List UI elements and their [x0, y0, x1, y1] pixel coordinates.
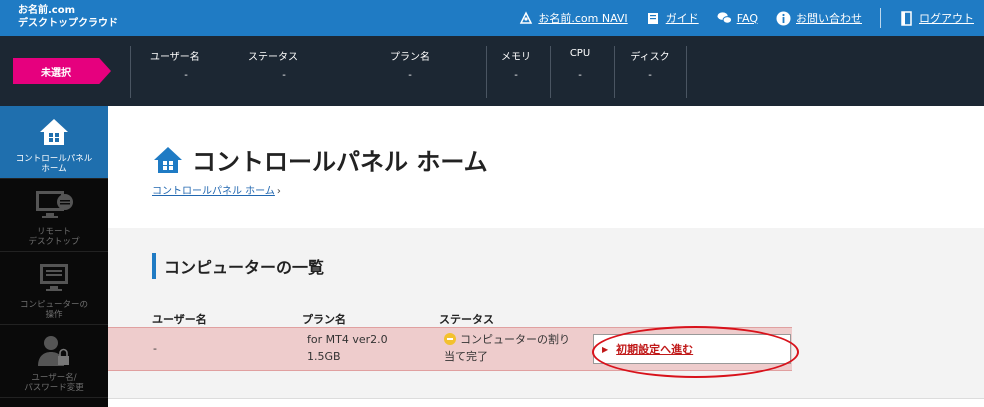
unselected-badge: 未選択	[13, 58, 111, 84]
annotation-ellipse	[592, 326, 799, 378]
user-lock-icon	[34, 333, 74, 369]
sidebar-item-label: 操作	[45, 310, 63, 320]
sidebar-item-label: コンピューターの	[19, 300, 88, 310]
divider	[130, 46, 131, 98]
column-header-status: ステータス	[439, 313, 494, 326]
cell-status-line1: コンピューターの割り	[460, 333, 570, 346]
status-col-label: CPU	[569, 48, 591, 59]
breadcrumb-separator: ›	[276, 186, 281, 197]
sidebar: コントロールパネル ホーム リモート デスクトップ コンピューターの 操作 ユー…	[0, 106, 108, 407]
sidebar-item-label: ホーム	[41, 164, 67, 174]
guide-link[interactable]: ガイド	[646, 10, 699, 26]
status-col-label: ステータス	[248, 52, 298, 63]
cell-user: -	[153, 342, 157, 355]
home-icon	[34, 114, 74, 150]
status-col-disk: ディスク -	[624, 48, 676, 92]
top-nav: お名前.com NAVI ガイド FAQ お問い合わせ ログアウト	[500, 0, 974, 36]
nav-divider	[880, 8, 881, 28]
navi-icon	[518, 11, 533, 26]
book-icon	[646, 11, 661, 26]
cell-status-line2: 当て完了	[444, 350, 488, 363]
cell-plan: for MT4 ver2.0 1.5GB	[307, 331, 388, 365]
sidebar-item-home[interactable]: コントロールパネル ホーム	[0, 106, 108, 179]
faq-label: FAQ	[736, 11, 758, 25]
status-col-value: -	[282, 70, 286, 81]
main-header: コントロールパネル ホーム コントロールパネル ホーム ›	[108, 106, 984, 228]
status-col-plan: プラン名 -	[370, 48, 450, 92]
status-col-label: メモリ	[501, 52, 531, 63]
sidebar-item-password[interactable]: ユーザー名/ パスワード変更	[0, 325, 108, 398]
faq-link[interactable]: FAQ	[717, 11, 758, 26]
sidebar-item-label: デスクトップ	[28, 237, 80, 247]
top-bar: お名前.com デスクトップクラウド お名前.com NAVI ガイド FAQ	[0, 0, 984, 36]
logo-line1: お名前.com	[18, 5, 76, 16]
home-icon	[152, 145, 184, 175]
column-header-user: ユーザー名	[152, 313, 207, 326]
status-minus-icon	[444, 333, 456, 345]
logo[interactable]: お名前.com デスクトップクラウド	[18, 4, 118, 30]
status-col-cpu: CPU -	[560, 48, 600, 92]
status-col-value: -	[184, 70, 188, 81]
cell-plan-line2: 1.5GB	[307, 350, 341, 363]
computer-icon	[34, 260, 74, 296]
sidebar-item-label: コントロールパネル	[15, 154, 93, 164]
breadcrumb-home-link[interactable]: コントロールパネル ホーム	[152, 186, 275, 197]
page-title-text: コントロールパネル ホーム	[192, 148, 488, 176]
sidebar-item-label: ユーザー名/	[31, 373, 77, 383]
status-col-status: ステータス -	[248, 48, 320, 92]
section-title: コンピューターの一覧	[152, 253, 324, 279]
column-header-plan: プラン名	[302, 313, 346, 326]
monitor-icon	[34, 187, 74, 223]
breadcrumb: コントロールパネル ホーム ›	[152, 182, 281, 197]
status-bar: 未選択 ユーザー名 - ステータス - プラン名 - メモリ - CPU - デ…	[0, 36, 984, 106]
bottom-panel	[108, 399, 984, 407]
divider	[550, 46, 551, 98]
status-col-value: -	[408, 70, 412, 81]
status-col-value: -	[514, 70, 518, 81]
status-col-label: プラン名	[390, 52, 430, 63]
guide-label: ガイド	[665, 12, 699, 25]
navi-label: お名前.com NAVI	[538, 12, 628, 25]
info-icon	[776, 11, 791, 26]
sidebar-item-label: リモート	[36, 227, 71, 237]
sidebar-item-computer-ops[interactable]: コンピューターの 操作	[0, 252, 108, 325]
logout-link[interactable]: ログアウト	[899, 10, 974, 26]
logout-label: ログアウト	[919, 12, 974, 25]
status-col-label: ディスク	[630, 52, 670, 63]
status-col-value: -	[648, 70, 652, 81]
contact-label: お問い合わせ	[796, 12, 862, 25]
cell-plan-line1: for MT4 ver2.0	[307, 333, 388, 346]
status-col-user: ユーザー名 -	[150, 48, 222, 92]
status-col-label: ユーザー名	[150, 52, 200, 63]
logout-icon	[899, 10, 914, 26]
chat-icon	[717, 11, 732, 26]
sidebar-item-label: パスワード変更	[24, 383, 84, 393]
contact-link[interactable]: お問い合わせ	[776, 10, 862, 26]
navi-link[interactable]: お名前.com NAVI	[518, 10, 628, 26]
status-col-value: -	[578, 70, 582, 81]
divider	[614, 46, 615, 98]
logo-line2: デスクトップクラウド	[18, 18, 118, 29]
status-col-memory: メモリ -	[496, 48, 536, 92]
cell-status: コンピューターの割り 当て完了	[444, 331, 570, 365]
page-title: コントロールパネル ホーム	[152, 142, 488, 177]
divider	[686, 46, 687, 98]
divider	[486, 46, 487, 98]
sidebar-item-remote-desktop[interactable]: リモート デスクトップ	[0, 179, 108, 252]
